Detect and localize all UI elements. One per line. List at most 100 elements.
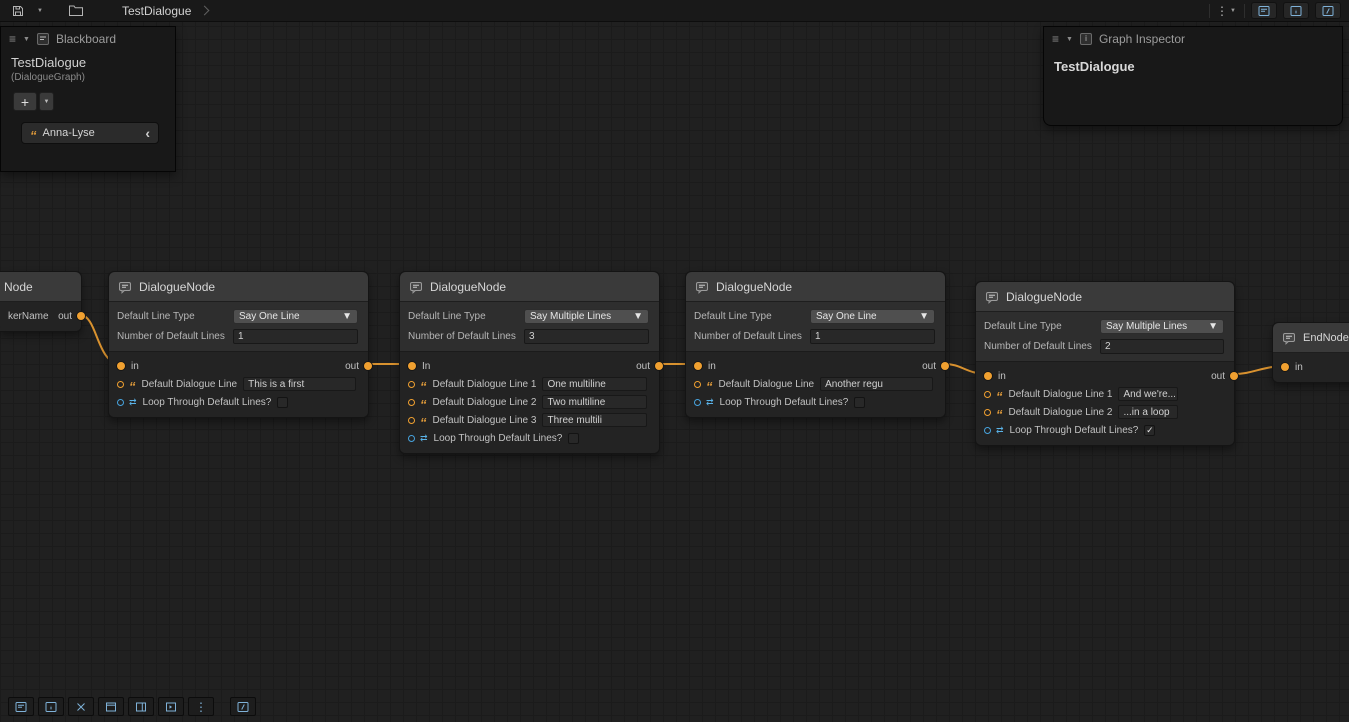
dropdown-arrow-icon: ▼ — [633, 311, 643, 322]
graph-inspector-header[interactable]: ≡ ▼ i Graph Inspector — [1044, 27, 1342, 51]
toolbar-separator — [1209, 4, 1210, 18]
dialogue-node-2[interactable]: DialogueNode Default Line Type Say Multi… — [399, 271, 660, 454]
out-port[interactable]: out — [922, 357, 949, 375]
blackboard-panel[interactable]: ≡ ▼ Blackboard TestDialogue (DialogueGra… — [0, 26, 176, 172]
tools-button[interactable] — [68, 697, 94, 716]
hamburger-icon[interactable]: ≡ — [1052, 33, 1059, 45]
inspector-icon: i — [1080, 33, 1092, 45]
more-icon: ⋮ — [195, 701, 207, 713]
in-port-dot[interactable] — [117, 362, 125, 370]
in-port-dot[interactable] — [984, 372, 992, 380]
dialogue-line-field[interactable]: Three multili — [542, 413, 647, 427]
dialogue-line-port-dot[interactable] — [984, 391, 991, 398]
loop-label: Loop Through Default Lines? — [1010, 425, 1139, 436]
dialogue-node-1[interactable]: DialogueNode Default Line Type Say One L… — [108, 271, 369, 418]
more-button[interactable]: ⋮ — [188, 697, 214, 716]
dialogue-node-3[interactable]: DialogueNode Default Line Type Say One L… — [685, 271, 946, 418]
out-port[interactable]: out — [1211, 367, 1238, 385]
dialogue-line-field[interactable]: One multiline — [542, 377, 647, 391]
end-node[interactable]: EndNode in — [1272, 322, 1349, 383]
node-title-bar[interactable]: EndNode — [1273, 323, 1349, 353]
collapse-chevron-icon[interactable]: ‹ — [145, 126, 150, 140]
partial-node[interactable]: Node kerName out — [0, 271, 82, 332]
graph-inspector-panel[interactable]: ≡ ▼ i Graph Inspector TestDialogue — [1043, 26, 1343, 126]
out-port-dot[interactable] — [1230, 372, 1238, 380]
dialogue-line-label: Default Dialogue Line 3 — [433, 415, 537, 426]
blackboard-header[interactable]: ≡ ▼ Blackboard — [1, 27, 175, 51]
dialogue-line-port-dot[interactable] — [117, 381, 124, 388]
script-button[interactable] — [230, 697, 256, 716]
out-port-dot[interactable] — [364, 362, 372, 370]
out-port[interactable]: out — [58, 307, 85, 325]
out-port[interactable]: out — [345, 357, 372, 375]
breadcrumb-tab-title[interactable]: TestDialogue — [122, 4, 191, 18]
loop-checkbox[interactable] — [854, 397, 865, 408]
foldout-icon[interactable]: ▼ — [23, 36, 30, 43]
frame-button[interactable] — [98, 697, 124, 716]
dialogue-line-port-dot[interactable] — [408, 399, 415, 406]
blackboard-field[interactable]: “ Anna-Lyse ‹ — [21, 122, 159, 144]
line-type-dropdown[interactable]: Say Multiple Lines ▼ — [1100, 319, 1224, 334]
node-title-bar[interactable]: DialogueNode — [686, 272, 945, 302]
line-type-dropdown[interactable]: Say One Line ▼ — [233, 309, 358, 324]
dropdown-arrow-icon: ▼ — [1208, 321, 1218, 332]
hamburger-icon[interactable]: ≡ — [9, 33, 16, 45]
inspector-button[interactable] — [38, 697, 64, 716]
dialogue-line-field[interactable]: And we're... — [1118, 387, 1178, 401]
node-title-bar[interactable]: DialogueNode — [400, 272, 659, 302]
prop-label: Default Line Type — [694, 311, 810, 322]
loop-icon: ⇄ — [706, 398, 714, 407]
inspector-toggle-button[interactable] — [1283, 2, 1309, 19]
more-menu-button[interactable]: ⋮ ▼ — [1216, 2, 1236, 20]
loop-checkbox[interactable] — [277, 397, 288, 408]
out-port[interactable]: out — [636, 357, 663, 375]
quote-icon: “ — [420, 383, 427, 391]
dialogue-line-port-dot[interactable] — [984, 409, 991, 416]
loop-checkbox[interactable]: ✓ — [1144, 425, 1155, 436]
line-type-dropdown[interactable]: Say Multiple Lines ▼ — [524, 309, 649, 324]
dialogue-line-field[interactable]: ...in a loop — [1118, 405, 1178, 419]
loop-port-dot[interactable] — [984, 427, 991, 434]
node-title: DialogueNode — [1006, 290, 1082, 304]
dialogue-node-4[interactable]: DialogueNode Default Line Type Say Multi… — [975, 281, 1235, 446]
loop-port-dot[interactable] — [694, 399, 701, 406]
dialogue-line-field[interactable]: Two multiline — [542, 395, 647, 409]
node-title: Node — [4, 280, 33, 294]
loop-port-dot[interactable] — [117, 399, 124, 406]
loop-port-dot[interactable] — [408, 435, 415, 442]
out-port-dot[interactable] — [77, 312, 85, 320]
save-button[interactable] — [8, 2, 28, 20]
console-button[interactable] — [158, 697, 184, 716]
node-title-bar[interactable]: Node — [0, 272, 81, 302]
foldout-icon[interactable]: ▼ — [1066, 36, 1073, 43]
add-property-button[interactable]: + — [13, 92, 37, 111]
out-port-dot[interactable] — [941, 362, 949, 370]
script-toggle-button[interactable] — [1315, 2, 1341, 19]
dialogue-line-port-dot[interactable] — [408, 417, 415, 424]
add-property-options-button[interactable]: ▼ — [39, 92, 54, 111]
dialogue-line-field[interactable]: This is a first — [243, 377, 356, 391]
blackboard-button[interactable] — [8, 697, 34, 716]
loop-checkbox[interactable] — [568, 433, 579, 444]
line-type-dropdown[interactable]: Say One Line ▼ — [810, 309, 935, 324]
in-port-dot[interactable] — [1281, 363, 1289, 371]
node-title-bar[interactable]: DialogueNode — [109, 272, 368, 302]
num-lines-field[interactable]: 1 — [810, 329, 935, 344]
open-asset-button[interactable] — [66, 2, 86, 20]
breadcrumb[interactable]: TestDialogue — [122, 4, 208, 18]
prop-label: Number of Default Lines — [984, 341, 1100, 352]
num-lines-field[interactable]: 2 — [1100, 339, 1224, 354]
graph-canvas[interactable]: ▼ TestDialogue ⋮ ▼ — [0, 0, 1349, 722]
num-lines-field[interactable]: 1 — [233, 329, 358, 344]
num-lines-field[interactable]: 3 — [524, 329, 649, 344]
dialogue-line-port-dot[interactable] — [694, 381, 701, 388]
blackboard-toggle-button[interactable] — [1251, 2, 1277, 19]
in-port-dot[interactable] — [408, 362, 416, 370]
out-port-dot[interactable] — [655, 362, 663, 370]
node-title-bar[interactable]: DialogueNode — [976, 282, 1234, 312]
save-options-button[interactable]: ▼ — [30, 2, 50, 20]
in-port-dot[interactable] — [694, 362, 702, 370]
panel-button[interactable] — [128, 697, 154, 716]
dialogue-line-field[interactable]: Another regu — [820, 377, 933, 391]
dialogue-line-port-dot[interactable] — [408, 381, 415, 388]
